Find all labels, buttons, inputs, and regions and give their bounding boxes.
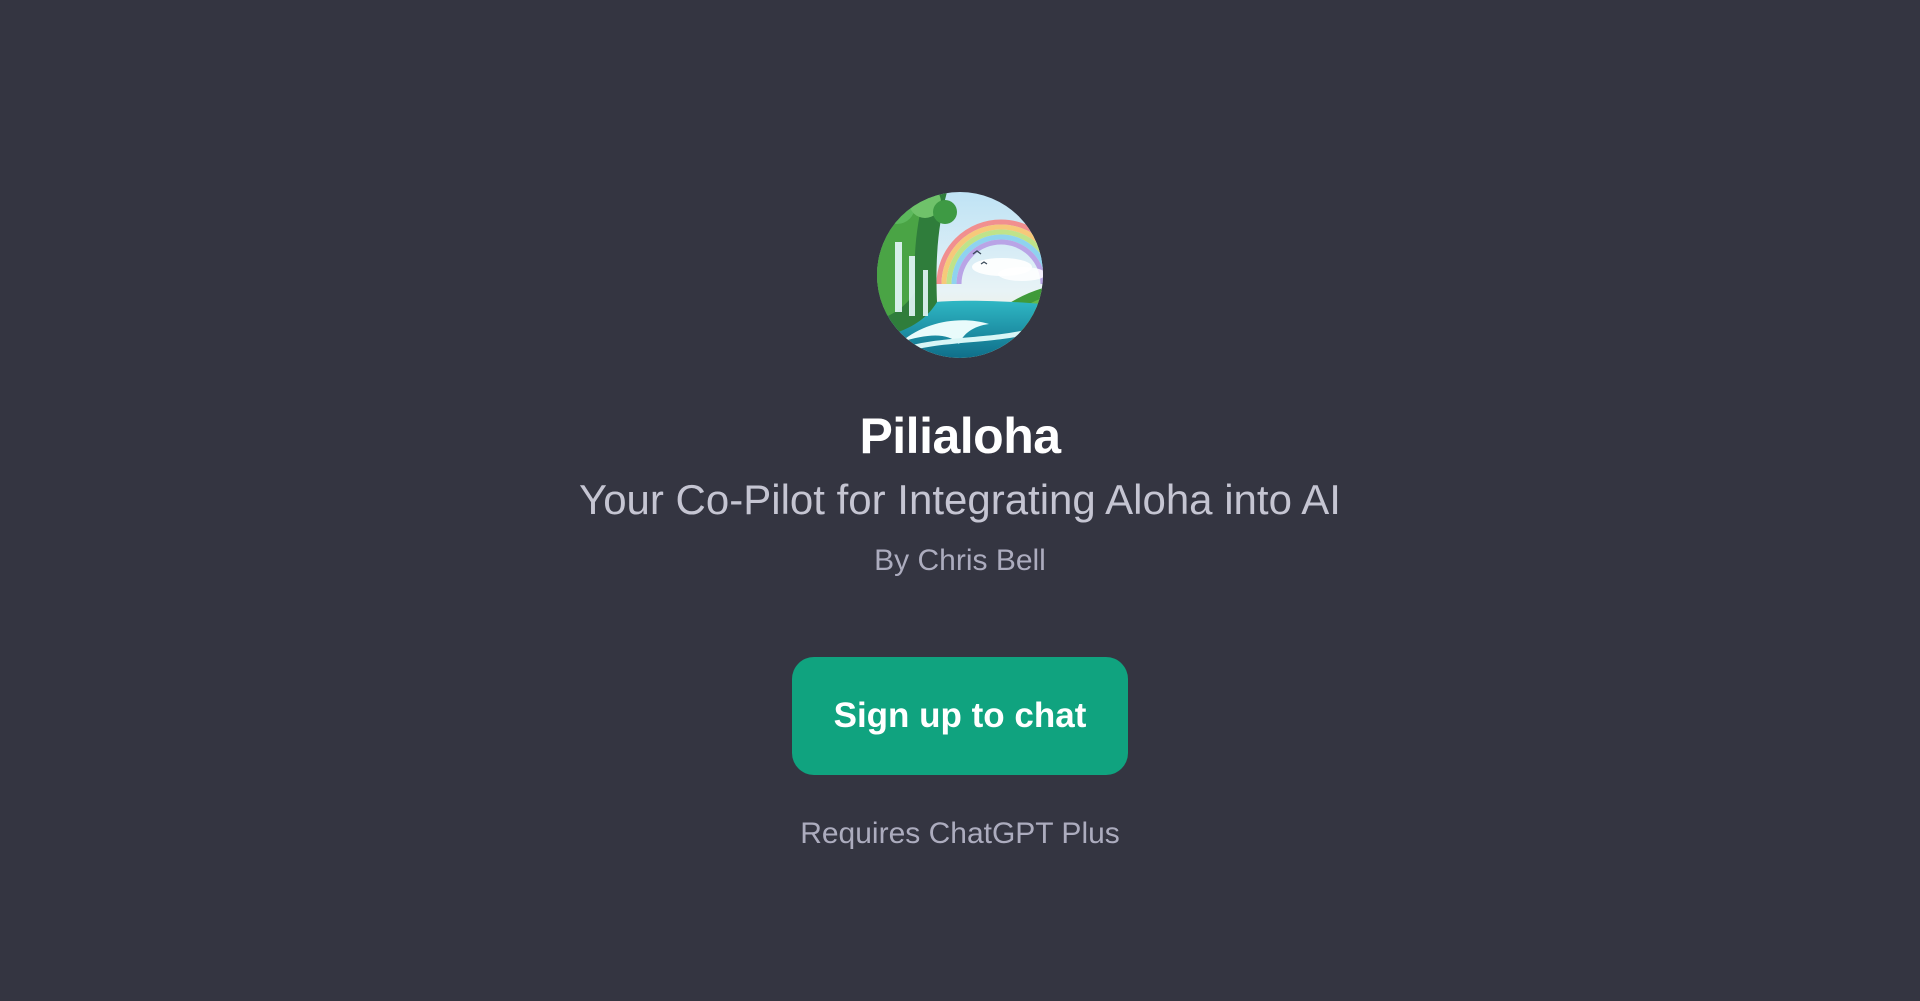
requirement-note: Requires ChatGPT Plus	[800, 817, 1120, 850]
tropical-landscape-avatar-icon	[877, 192, 1043, 358]
gpt-avatar	[877, 192, 1043, 358]
sign-up-to-chat-button[interactable]: Sign up to chat	[792, 657, 1128, 775]
gpt-landing-page: Pilialoha Your Co-Pilot for Integrating …	[0, 0, 1920, 1001]
gpt-description: Your Co-Pilot for Integrating Aloha into…	[579, 476, 1341, 523]
gpt-author: By Chris Bell	[874, 544, 1046, 577]
gpt-name: Pilialoha	[859, 408, 1061, 464]
